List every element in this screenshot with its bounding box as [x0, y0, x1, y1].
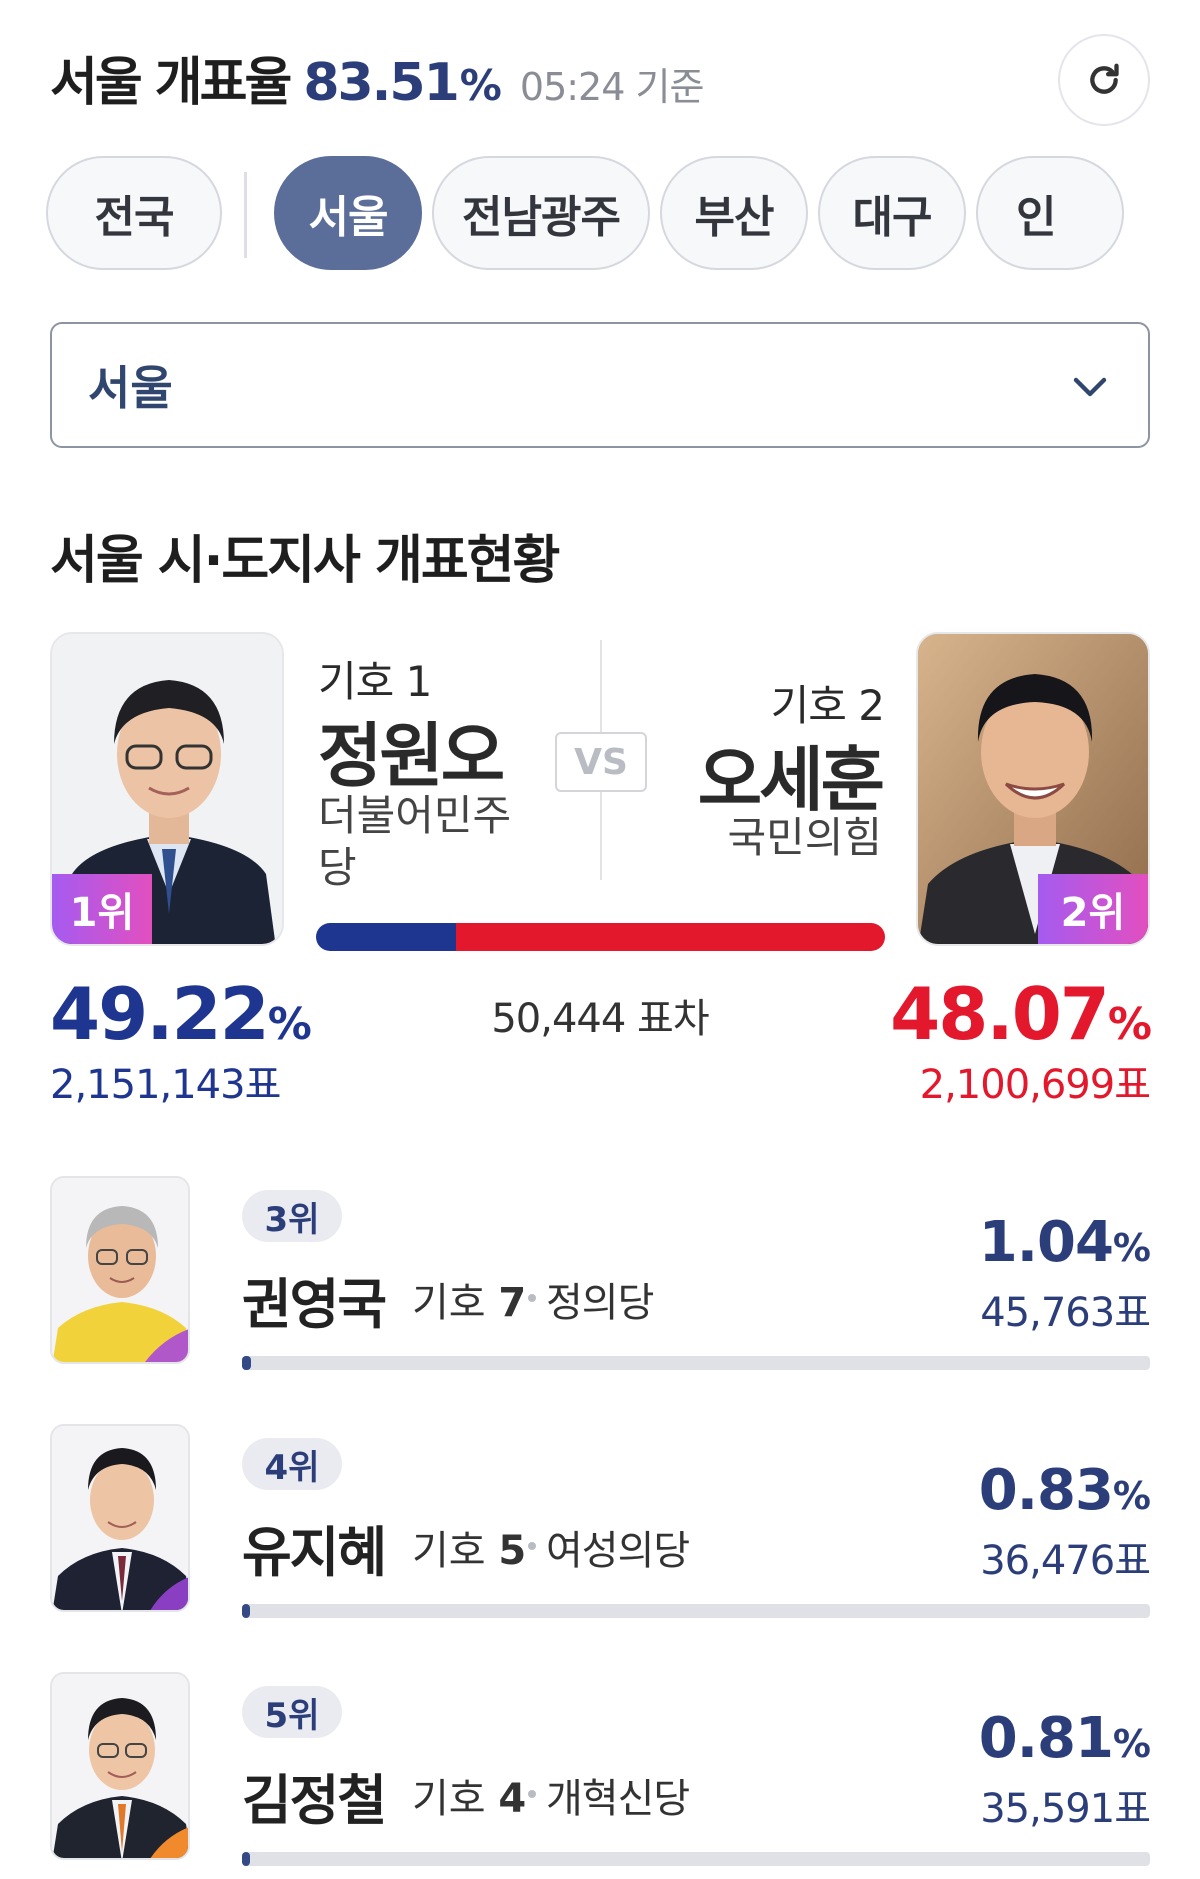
candidate-name-left: 정원오 — [318, 715, 505, 797]
progress-fill — [242, 1604, 250, 1618]
candidate-photo-right[interactable]: 2위 — [916, 632, 1150, 946]
rank-badge-right: 2위 — [1038, 874, 1148, 944]
percent-unit: % — [1112, 1722, 1151, 1766]
party-name: 여성의당 — [546, 1528, 690, 1574]
separator-dot — [528, 1294, 536, 1302]
rank-pill: 4위 — [242, 1438, 342, 1490]
count-rate-unit: % — [459, 61, 502, 110]
candidate-number-prefix: 기호 — [412, 1776, 499, 1822]
percent-value: 0.81 — [978, 1706, 1114, 1771]
candidate-row[interactable]: 5위 김정철 기호 4 개혁신당 0.81% 35,591표 — [0, 1672, 1200, 1879]
candidate-photo — [50, 1672, 190, 1860]
header: 서울 개표율 83.51 % 05:24 기준 — [50, 40, 705, 120]
vote-bar-right — [456, 923, 885, 951]
region-select[interactable]: 서울 — [50, 322, 1150, 448]
page-title: 서울 개표율 — [50, 53, 292, 113]
candidate-name: 유지혜 — [242, 1521, 387, 1584]
party-left-line2: 당 — [318, 843, 357, 892]
party-left-line1: 더불어민주 — [318, 791, 512, 840]
percent-unit: % — [1112, 1226, 1151, 1270]
region-tabs: 전국 서울 전남광주 부산 대구 인 — [46, 156, 1200, 274]
vote-count: 35,591표 — [980, 1786, 1151, 1832]
tab-incheon[interactable]: 인 — [976, 156, 1124, 270]
candidate-number-prefix: 기호 — [412, 1528, 499, 1574]
region-select-value: 서울 — [88, 361, 173, 415]
rank-pill: 5위 — [242, 1686, 342, 1738]
progress-track — [242, 1604, 1150, 1618]
percent-value: 0.83 — [978, 1458, 1114, 1523]
percent-value: 1.04 — [978, 1210, 1114, 1275]
progress-track — [242, 1852, 1150, 1866]
count-rate: 83.51 — [303, 53, 459, 113]
progress-fill — [242, 1356, 251, 1370]
votes-left: 2,151,143표 — [50, 1062, 281, 1108]
candidate-photo-left[interactable]: 1위 — [50, 632, 284, 946]
section-title: 서울 시·도지사 개표현황 — [50, 531, 560, 591]
candidate-number: 기호 4 — [412, 1766, 526, 1824]
candidate-row[interactable]: 3위 권영국 기호 7 정의당 1.04% 45,763표 — [0, 1176, 1200, 1396]
percent: 0.83% — [978, 1458, 1151, 1523]
separator-dot — [528, 1790, 536, 1798]
candidate-name-right: 오세훈 — [697, 739, 885, 821]
tab-seoul[interactable]: 서울 — [274, 156, 422, 270]
candidate-name: 김정철 — [242, 1769, 387, 1832]
percent: 1.04% — [978, 1210, 1151, 1275]
percent: 0.81% — [978, 1706, 1151, 1771]
rank-pill: 3위 — [242, 1190, 342, 1242]
party-right: 국민의힘 — [727, 813, 882, 862]
chevron-down-icon — [1073, 377, 1107, 397]
vs-badge: VS — [555, 732, 647, 792]
percent-right: 48.07% — [890, 972, 1152, 1056]
tab-nationwide[interactable]: 전국 — [46, 156, 222, 270]
candidate-number-prefix: 기호 — [412, 1280, 499, 1326]
tab-daegu[interactable]: 대구 — [818, 156, 966, 270]
party-name: 개혁신당 — [546, 1776, 690, 1822]
percent-right-value: 48.07 — [890, 972, 1110, 1056]
candidate-number-value: 4 — [498, 1776, 527, 1822]
tab-busan[interactable]: 부산 — [660, 156, 808, 270]
candidate-row[interactable]: 4위 유지혜 기호 5 여성의당 0.83% 36,476표 — [0, 1424, 1200, 1644]
percent-right-unit: % — [1107, 999, 1152, 1050]
refresh-icon — [1090, 63, 1119, 94]
party-name: 정의당 — [546, 1280, 654, 1326]
progress-fill — [242, 1852, 250, 1866]
progress-track — [242, 1356, 1150, 1370]
candidate-number: 기호 5 — [412, 1518, 526, 1576]
separator-dot — [528, 1542, 536, 1550]
candidate-photo — [50, 1424, 190, 1612]
candidate-number: 기호 7 — [412, 1270, 526, 1328]
candidate-number-value: 7 — [498, 1280, 527, 1326]
rank-badge-left: 1위 — [52, 874, 152, 944]
refresh-button[interactable] — [1058, 34, 1150, 126]
update-time: 05:24 기준 — [519, 65, 705, 109]
vote-count: 36,476표 — [980, 1538, 1151, 1584]
candidate-number-value: 5 — [498, 1528, 527, 1574]
percent-unit: % — [1112, 1474, 1151, 1518]
candidate-name: 권영국 — [242, 1273, 387, 1336]
vote-count: 45,763표 — [980, 1290, 1151, 1336]
tab-divider — [244, 172, 247, 258]
candidate-photo — [50, 1176, 190, 1364]
tab-jeonnam-gwangju[interactable]: 전남광주 — [432, 156, 650, 270]
votes-right: 2,100,699표 — [919, 1062, 1151, 1108]
